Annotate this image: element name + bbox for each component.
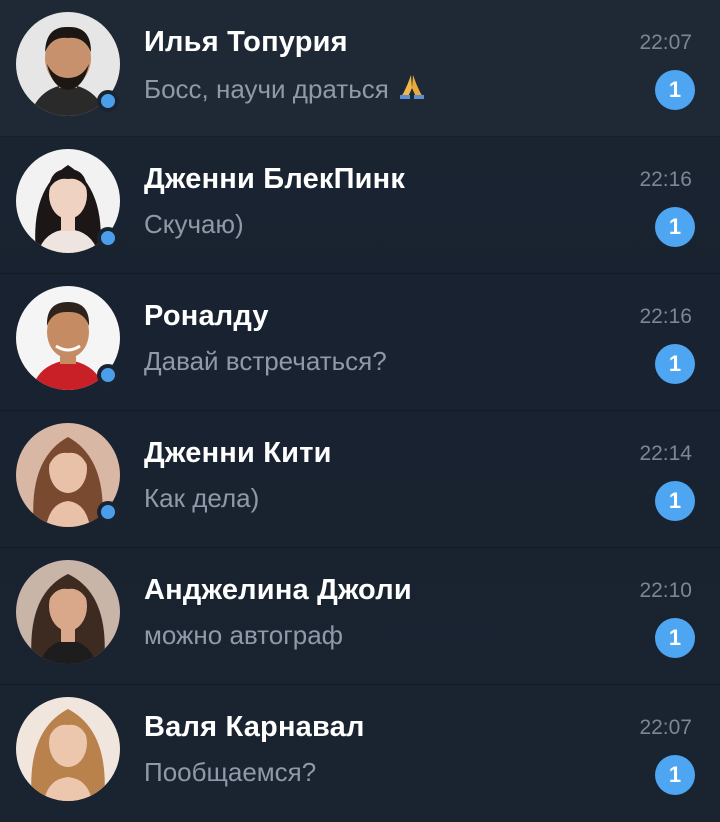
chat-name: Валя Карнавал bbox=[144, 711, 365, 743]
unread-badge: 1 bbox=[655, 207, 695, 247]
chat-preview: Пообщаемся? bbox=[144, 757, 317, 787]
chat-name: Дженни БлекПинк bbox=[144, 163, 406, 195]
chat-time: 22:16 bbox=[639, 168, 692, 191]
chat-preview: можно автограф bbox=[144, 620, 344, 650]
avatar[interactable] bbox=[16, 12, 120, 116]
chat-list: Илья Топурия Босс, научи драться 22:07 1 bbox=[0, 0, 720, 820]
online-status-dot bbox=[97, 227, 119, 249]
chat-item-jennie-blackpink[interactable]: Дженни БлекПинк Скучаю) 22:16 1 bbox=[0, 137, 720, 274]
online-status-dot bbox=[97, 90, 119, 112]
online-status-dot bbox=[97, 501, 119, 523]
unread-badge: 1 bbox=[655, 481, 695, 521]
avatar[interactable] bbox=[16, 560, 120, 664]
chat-name: Дженни Кити bbox=[144, 437, 332, 469]
unread-badge: 1 bbox=[655, 618, 695, 658]
chat-name: Илья Топурия bbox=[144, 26, 348, 58]
unread-badge: 1 bbox=[655, 755, 695, 795]
unread-badge: 1 bbox=[655, 344, 695, 384]
chat-name: Анджелина Джоли bbox=[144, 574, 412, 606]
chat-preview: Давай встречаться? bbox=[144, 346, 387, 376]
chat-item-ilya-topuria[interactable]: Илья Топурия Босс, научи драться 22:07 1 bbox=[0, 0, 720, 137]
chat-preview: Как дела) bbox=[144, 483, 260, 513]
online-status-dot bbox=[97, 364, 119, 386]
chat-item-valya-karnaval[interactable]: Валя Карнавал Пообщаемся? 22:07 1 bbox=[0, 685, 720, 822]
avatar[interactable] bbox=[16, 149, 120, 253]
chat-item-ronaldo[interactable]: Роналду Давай встречаться? 22:16 1 bbox=[0, 274, 720, 411]
chat-item-angelina-jolie[interactable]: Анджелина Джоли можно автограф 22:10 1 bbox=[0, 548, 720, 685]
avatar[interactable] bbox=[16, 697, 120, 801]
chat-time: 22:07 bbox=[639, 716, 692, 739]
chat-time: 22:10 bbox=[639, 579, 692, 602]
avatar[interactable] bbox=[16, 423, 120, 527]
avatar[interactable] bbox=[16, 286, 120, 390]
avatar-photo bbox=[16, 560, 120, 664]
chat-time: 22:07 bbox=[639, 31, 692, 54]
pray-icon bbox=[398, 72, 426, 107]
chat-time: 22:14 bbox=[639, 442, 692, 465]
chat-item-jennie-kitty[interactable]: Дженни Кити Как дела) 22:14 1 bbox=[0, 411, 720, 548]
avatar-photo bbox=[16, 697, 120, 801]
chat-name: Роналду bbox=[144, 300, 269, 332]
chat-time: 22:16 bbox=[639, 305, 692, 328]
chat-preview: Босс, научи драться bbox=[144, 72, 426, 107]
unread-badge: 1 bbox=[655, 70, 695, 110]
chat-preview-text: Босс, научи драться bbox=[144, 74, 389, 104]
chat-preview: Скучаю) bbox=[144, 209, 244, 239]
